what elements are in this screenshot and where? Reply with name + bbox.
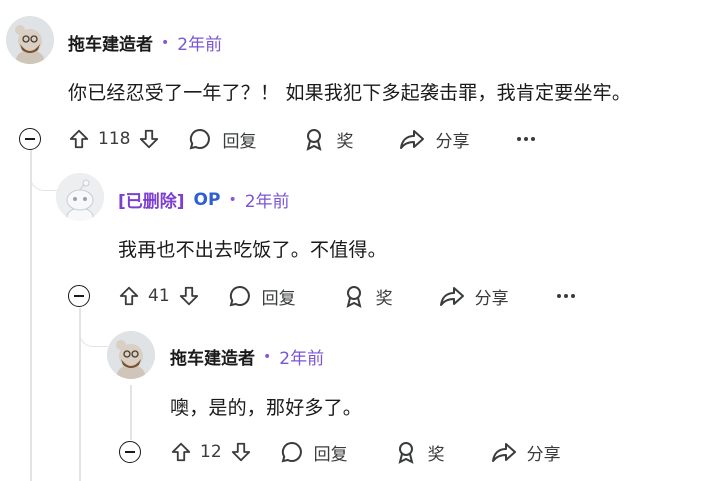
comment-icon <box>281 441 302 463</box>
reply-label: 回复 <box>261 288 296 309</box>
award-button[interactable]: 奖 <box>302 127 353 152</box>
reply-button[interactable]: 回复 <box>280 440 348 465</box>
share-icon <box>491 443 516 462</box>
downvote-icon <box>179 286 198 306</box>
upvote-icon <box>171 442 191 462</box>
comment-icon <box>229 285 250 307</box>
award-icon <box>398 442 414 464</box>
collapse-button[interactable] <box>19 128 41 150</box>
more-icon <box>556 294 561 298</box>
avatar[interactable] <box>6 16 54 64</box>
reply-button[interactable]: 回复 <box>228 284 296 309</box>
author-name: [已删除] <box>118 192 185 212</box>
more-button[interactable] <box>556 294 575 298</box>
collapse-icon <box>25 138 35 140</box>
meta-separator: • <box>228 191 237 208</box>
comment-meta: 拖车建造者 • 2年前 <box>170 344 324 370</box>
thread-connector-level-2 <box>30 150 57 191</box>
avatar[interactable] <box>107 331 155 379</box>
downvote-button[interactable] <box>230 441 252 463</box>
downvote-button[interactable] <box>138 128 160 150</box>
comment-actions: 12 回复 奖 分享 <box>170 435 561 469</box>
timestamp[interactable]: 2年前 <box>177 30 222 55</box>
downvote-button[interactable] <box>178 285 200 307</box>
comment-text: 我再也不出去吃饭了。不值得。 <box>118 239 387 261</box>
thread-connector-level-3 <box>79 308 108 347</box>
snoo-avatar-icon <box>6 16 54 64</box>
award-button[interactable]: 奖 <box>394 440 445 465</box>
collapse-button[interactable] <box>68 285 90 307</box>
reply-label: 回复 <box>222 131 257 152</box>
timestamp[interactable]: 2年前 <box>279 344 324 369</box>
reply-button[interactable]: 回复 <box>188 127 256 152</box>
upvote-button[interactable] <box>118 285 140 307</box>
comment-text: 噢，是的，那好多了。 <box>170 397 363 419</box>
award-label: 奖 <box>375 288 393 309</box>
comment-actions: 118 回复 奖 分享 <box>68 122 536 156</box>
share-label: 分享 <box>526 444 561 465</box>
vote-count: 12 <box>200 442 222 462</box>
more-icon-dot <box>570 294 575 298</box>
reply-label: 回复 <box>313 444 348 465</box>
more-icon <box>517 137 522 141</box>
comment-meta: 拖车建造者 • 2年前 <box>68 30 222 56</box>
comment-icon <box>190 128 211 150</box>
award-label: 奖 <box>427 444 445 465</box>
thread-line-level-1 <box>30 150 32 481</box>
thread-line-level-3 <box>130 385 132 440</box>
comment-actions: 41 回复 奖 分享 <box>118 279 575 313</box>
collapse-icon <box>125 451 135 453</box>
upvote-button[interactable] <box>170 441 192 463</box>
share-icon <box>400 130 425 149</box>
author-name[interactable]: 拖车建造者 <box>170 344 255 369</box>
share-label: 分享 <box>474 288 509 309</box>
author-name[interactable]: 拖车建造者 <box>68 30 153 55</box>
snoo-avatar-icon <box>107 331 155 379</box>
award-icon <box>306 129 322 151</box>
share-button[interactable]: 分享 <box>491 440 561 465</box>
more-icon-dot <box>563 294 568 298</box>
op-badge: OP <box>193 189 221 210</box>
meta-separator: • <box>263 348 272 365</box>
vote-count: 118 <box>98 129 131 149</box>
award-label: 奖 <box>336 131 354 152</box>
more-button[interactable] <box>517 137 536 141</box>
collapse-icon <box>74 295 84 297</box>
meta-separator: • <box>161 34 170 51</box>
vote-count: 41 <box>148 286 170 306</box>
award-button[interactable]: 奖 <box>342 284 393 309</box>
share-label: 分享 <box>435 131 470 152</box>
timestamp[interactable]: 2年前 <box>245 187 290 212</box>
upvote-icon <box>119 286 139 306</box>
share-button[interactable]: 分享 <box>439 284 509 309</box>
collapse-button[interactable] <box>119 441 141 463</box>
more-icon-dot <box>524 137 529 141</box>
award-icon <box>346 286 362 308</box>
share-icon <box>439 287 464 306</box>
avatar[interactable] <box>56 173 104 221</box>
more-icon-dot <box>531 137 536 141</box>
upvote-button[interactable] <box>68 128 90 150</box>
comment-meta: [已删除] OP • 2年前 <box>118 187 290 213</box>
snoo-default-avatar-icon <box>56 173 104 221</box>
comment-text: 你已经忍受了一年了？！ 如果我犯下多起袭击罪，我肯定要坐牢。 <box>68 82 632 104</box>
downvote-icon <box>140 129 159 149</box>
share-button[interactable]: 分享 <box>399 127 469 152</box>
downvote-icon <box>231 442 250 462</box>
upvote-icon <box>69 129 89 149</box>
